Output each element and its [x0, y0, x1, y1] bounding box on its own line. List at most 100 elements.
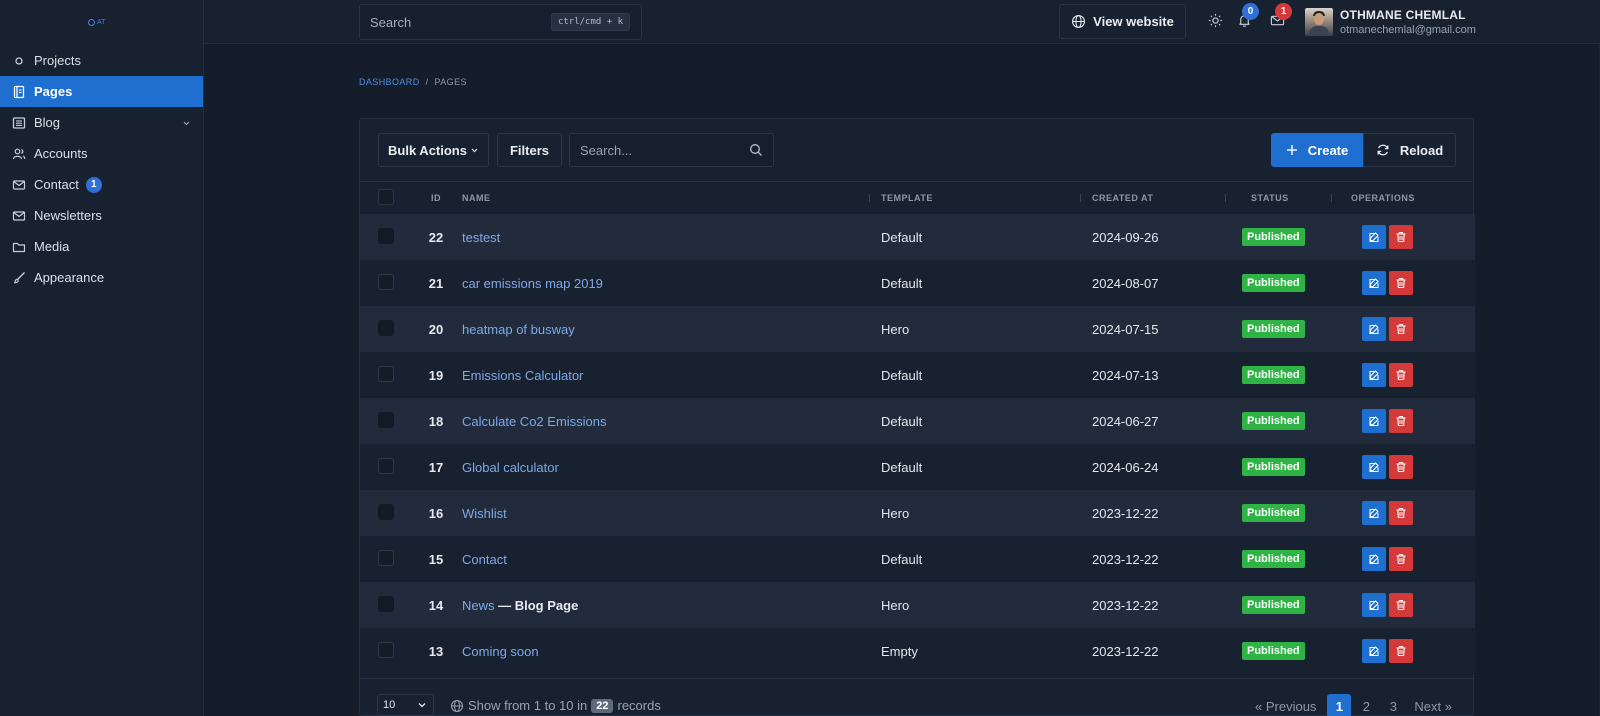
edit-button[interactable]: [1362, 271, 1386, 295]
delete-button[interactable]: [1389, 363, 1413, 387]
delete-button[interactable]: [1389, 501, 1413, 525]
sidebar-item-pages[interactable]: Pages: [0, 76, 203, 107]
sidebar-item-appearance[interactable]: Appearance: [0, 262, 203, 293]
edit-icon: [1368, 507, 1380, 519]
page-name-link[interactable]: Emissions Calculator: [462, 368, 583, 383]
edit-button[interactable]: [1362, 409, 1386, 433]
row-created-at: 2024-06-27: [1092, 413, 1159, 429]
page-name-link[interactable]: testest: [462, 230, 500, 245]
logo-text: AT: [97, 18, 106, 26]
logo[interactable]: AT: [88, 18, 106, 26]
edit-button[interactable]: [1362, 363, 1386, 387]
page-name-link[interactable]: Global calculator: [462, 460, 559, 475]
row-template: Empty: [881, 643, 918, 659]
row-checkbox[interactable]: [378, 549, 394, 566]
pagination-page-2[interactable]: 2: [1354, 694, 1378, 716]
column-header-id[interactable]: ID: [410, 182, 462, 214]
status-badge: Published: [1242, 274, 1305, 292]
select-all-checkbox[interactable]: [378, 189, 394, 205]
delete-button[interactable]: [1389, 225, 1413, 249]
edit-button[interactable]: [1362, 317, 1386, 341]
sidebar-item-contact[interactable]: Contact 1: [0, 169, 203, 200]
delete-button[interactable]: [1389, 593, 1413, 617]
logo-area: AT: [0, 0, 203, 44]
row-id: 17: [428, 459, 444, 475]
delete-button[interactable]: [1389, 409, 1413, 433]
row-checkbox[interactable]: [378, 365, 394, 382]
page-name-link[interactable]: Coming soon: [462, 644, 539, 659]
global-search-input[interactable]: Search ctrl/cmd + k: [359, 4, 642, 40]
sidebar-item-blog[interactable]: Blog: [0, 107, 203, 138]
sidebar-item-media[interactable]: Media: [0, 231, 203, 262]
edit-button[interactable]: [1362, 455, 1386, 479]
column-header-name[interactable]: NAME: [462, 182, 881, 214]
delete-button[interactable]: [1389, 317, 1413, 341]
row-checkbox[interactable]: [378, 227, 394, 244]
edit-icon: [1368, 277, 1380, 289]
column-header-created-at[interactable]: CREATED AT: [1092, 182, 1237, 214]
user-email: otmanechemlal@gmail.com: [1340, 24, 1476, 36]
row-checkbox[interactable]: [378, 595, 394, 612]
delete-button[interactable]: [1389, 639, 1413, 663]
row-template: Default: [881, 229, 923, 245]
chevron-down-icon[interactable]: [182, 116, 191, 131]
column-header-status[interactable]: STATUS: [1237, 182, 1343, 214]
row-checkbox[interactable]: [378, 411, 394, 428]
row-checkbox[interactable]: [378, 457, 394, 474]
create-button[interactable]: Create: [1271, 133, 1363, 167]
page-name-link[interactable]: heatmap of busway: [462, 322, 575, 337]
breadcrumb-current: PAGES: [434, 77, 467, 87]
status-badge: Published: [1242, 412, 1305, 430]
edit-icon: [1368, 599, 1380, 611]
sidebar-item-accounts[interactable]: Accounts: [0, 138, 203, 169]
breadcrumb-dashboard-link[interactable]: DASHBOARD: [359, 77, 420, 87]
delete-button[interactable]: [1389, 455, 1413, 479]
page-name-link[interactable]: News: [462, 598, 495, 613]
page-name-link[interactable]: Wishlist: [462, 506, 507, 521]
sun-icon[interactable]: [1208, 13, 1223, 31]
delete-button[interactable]: [1389, 271, 1413, 295]
sidebar-item-newsletters[interactable]: Newsletters: [0, 200, 203, 231]
delete-button[interactable]: [1389, 547, 1413, 571]
user-name[interactable]: OTHMANE CHEMLAL: [1340, 8, 1466, 22]
bulk-actions-label: Bulk Actions: [388, 142, 467, 158]
row-operations: [1362, 547, 1475, 571]
filters-button[interactable]: Filters: [497, 133, 562, 167]
view-website-button[interactable]: View website: [1059, 4, 1186, 39]
edit-icon: [1368, 645, 1380, 657]
edit-button[interactable]: [1362, 593, 1386, 617]
pagination-previous[interactable]: « Previous: [1255, 699, 1316, 714]
bulk-actions-button[interactable]: Bulk Actions: [378, 133, 489, 167]
row-checkbox[interactable]: [378, 641, 394, 658]
edit-icon: [1368, 415, 1380, 427]
row-id: 14: [428, 597, 444, 613]
table-search-input[interactable]: Search...: [569, 133, 774, 167]
row-template: Default: [881, 275, 923, 291]
pagination-next[interactable]: Next »: [1414, 699, 1452, 714]
status-badge: Published: [1242, 458, 1305, 476]
edit-button[interactable]: [1362, 639, 1386, 663]
row-checkbox[interactable]: [378, 319, 394, 336]
trash-icon: [1395, 461, 1407, 473]
row-checkbox[interactable]: [378, 273, 394, 290]
avatar[interactable]: [1305, 8, 1333, 36]
reload-button[interactable]: Reload: [1363, 133, 1456, 167]
search-icon[interactable]: [749, 143, 763, 160]
pagination-page-1[interactable]: 1: [1327, 694, 1352, 716]
per-page-select[interactable]: 10: [377, 694, 434, 716]
sidebar-item-projects[interactable]: Projects: [0, 45, 203, 76]
table-footer: 10 Show from 1 to 10 in 22 records « Pre…: [360, 678, 1475, 716]
page-name-link[interactable]: car emissions map 2019: [462, 276, 603, 291]
row-id: 22: [428, 229, 444, 245]
page-name-suffix: — Blog Page: [494, 597, 579, 613]
row-checkbox[interactable]: [378, 503, 394, 520]
page-name-link[interactable]: Contact: [462, 552, 507, 567]
edit-button[interactable]: [1362, 547, 1386, 571]
chevron-down-icon: [417, 700, 427, 713]
page-name-link[interactable]: Calculate Co2 Emissions: [462, 414, 607, 429]
pages-table-card: Bulk Actions Filters Search... Create Re…: [359, 118, 1475, 716]
edit-button[interactable]: [1362, 225, 1386, 249]
column-header-template[interactable]: TEMPLATE: [881, 182, 1092, 214]
edit-button[interactable]: [1362, 501, 1386, 525]
pagination-page-3[interactable]: 3: [1381, 694, 1405, 716]
